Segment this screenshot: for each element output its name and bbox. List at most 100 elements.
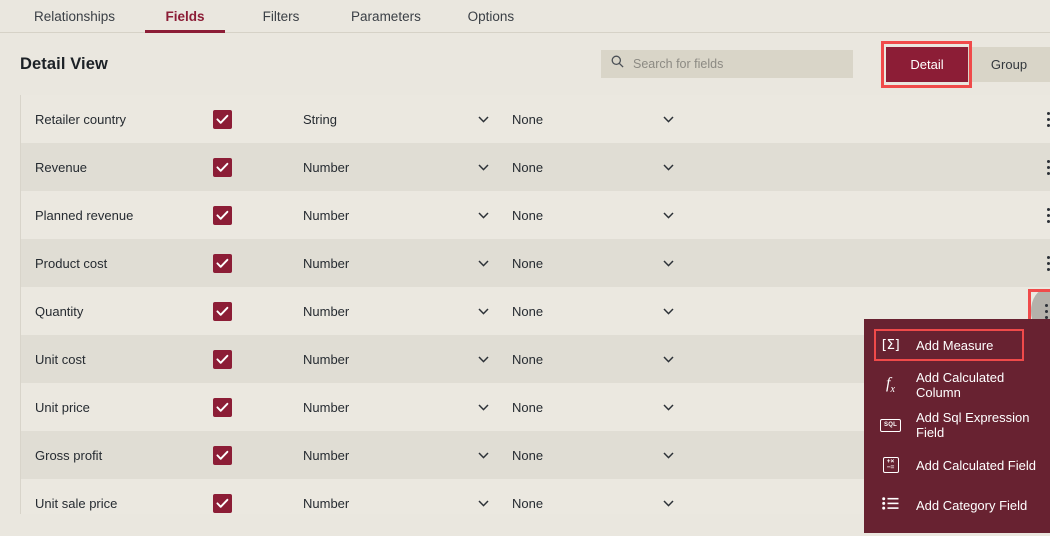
tab-parameters[interactable]: Parameters: [329, 0, 443, 32]
field-name-cell: Retailer country: [21, 112, 213, 127]
dot: [1047, 112, 1050, 115]
tab-options[interactable]: Options: [443, 0, 539, 32]
dot: [1047, 208, 1050, 211]
dot: [1047, 256, 1050, 259]
dot: [1047, 118, 1050, 121]
chevron-down-icon: [663, 158, 674, 176]
field-type-value: Number: [303, 256, 468, 271]
page-header: Detail View Search for fields Detail Gro…: [0, 33, 1050, 95]
field-name-cell: Quantity: [21, 304, 213, 319]
field-type-dropdown[interactable]: [468, 158, 498, 176]
sql-box-icon: SQL: [880, 419, 901, 432]
context-menu-item[interactable]: SQL Add Sql Expression Field: [864, 405, 1050, 445]
chevron-down-icon: [663, 206, 674, 224]
row-more-options-button[interactable]: [1035, 250, 1050, 276]
field-enabled-checkbox-cell[interactable]: [213, 254, 303, 273]
table-row[interactable]: Retailer countryStringNone: [21, 95, 1050, 143]
field-type-dropdown[interactable]: [468, 206, 498, 224]
tab-label: Parameters: [351, 9, 421, 24]
field-enabled-checkbox-cell[interactable]: [213, 446, 303, 465]
bullet-list-icon: [882, 497, 899, 513]
field-aggregation-dropdown[interactable]: [653, 398, 683, 416]
chevron-down-icon: [478, 398, 489, 416]
checkbox-checked-icon[interactable]: [213, 254, 232, 273]
field-aggregation-dropdown[interactable]: [653, 350, 683, 368]
menu-item-icon: [Σ]: [880, 337, 901, 353]
field-name-cell: Unit price: [21, 400, 213, 415]
menu-item-label: Add Sql Expression Field: [916, 410, 1050, 440]
tab-label: Relationships: [34, 9, 115, 24]
detail-view-button[interactable]: Detail: [886, 47, 968, 82]
chevron-down-icon: [478, 494, 489, 512]
menu-item-label: Add Calculated Field: [916, 458, 1036, 473]
checkbox-checked-icon[interactable]: [213, 110, 232, 129]
field-aggregation-dropdown[interactable]: [653, 302, 683, 320]
field-type-dropdown[interactable]: [468, 446, 498, 464]
context-menu-item[interactable]: fx Add Calculated Column: [864, 365, 1050, 405]
tab-filters[interactable]: Filters: [233, 0, 329, 32]
field-enabled-checkbox-cell[interactable]: [213, 158, 303, 177]
tab-label: Fields: [166, 9, 205, 24]
field-type-dropdown[interactable]: [468, 302, 498, 320]
page-title: Detail View: [20, 55, 108, 74]
checkbox-checked-icon[interactable]: [213, 206, 232, 225]
search-input[interactable]: Search for fields: [601, 50, 853, 78]
field-enabled-checkbox-cell[interactable]: [213, 398, 303, 417]
group-view-button[interactable]: Group: [968, 47, 1050, 82]
chevron-down-icon: [663, 446, 674, 464]
field-aggregation-value: None: [498, 448, 653, 463]
chevron-down-icon: [663, 494, 674, 512]
field-aggregation-dropdown[interactable]: [653, 254, 683, 272]
field-type-dropdown[interactable]: [468, 350, 498, 368]
context-menu-item[interactable]: +×−=Add Calculated Field: [864, 445, 1050, 485]
checkbox-checked-icon[interactable]: [213, 350, 232, 369]
field-type-dropdown[interactable]: [468, 254, 498, 272]
field-type-value: Number: [303, 448, 468, 463]
tab-fields[interactable]: Fields: [137, 0, 233, 32]
chevron-down-icon: [663, 302, 674, 320]
field-enabled-checkbox-cell[interactable]: [213, 110, 303, 129]
field-aggregation-value: None: [498, 256, 653, 271]
field-enabled-checkbox-cell[interactable]: [213, 350, 303, 369]
field-aggregation-dropdown[interactable]: [653, 110, 683, 128]
field-type-dropdown[interactable]: [468, 110, 498, 128]
checkbox-checked-icon[interactable]: [213, 302, 232, 321]
row-more-options-button[interactable]: [1035, 202, 1050, 228]
search-placeholder: Search for fields: [633, 57, 723, 71]
field-enabled-checkbox-cell[interactable]: [213, 206, 303, 225]
menu-item-label: Add Category Field: [916, 498, 1027, 513]
field-enabled-checkbox-cell[interactable]: [213, 494, 303, 513]
field-aggregation-value: None: [498, 160, 653, 175]
field-aggregation-dropdown[interactable]: [653, 494, 683, 512]
context-menu-item[interactable]: [Σ]Add Measure: [864, 325, 1050, 365]
menu-item-icon: fx: [880, 375, 901, 395]
field-type-dropdown[interactable]: [468, 494, 498, 512]
field-name-cell: Gross profit: [21, 448, 213, 463]
field-aggregation-value: None: [498, 352, 653, 367]
checkbox-checked-icon[interactable]: [213, 446, 232, 465]
checkbox-checked-icon[interactable]: [213, 398, 232, 417]
tab-relationships[interactable]: Relationships: [12, 0, 137, 32]
row-more-options-button[interactable]: [1035, 154, 1050, 180]
field-type-value: Number: [303, 352, 468, 367]
field-aggregation-dropdown[interactable]: [653, 158, 683, 176]
checkbox-checked-icon[interactable]: [213, 494, 232, 513]
chevron-down-icon: [478, 110, 489, 128]
tab-label: Filters: [263, 9, 300, 24]
row-more-options-button[interactable]: [1035, 106, 1050, 132]
context-menu-item[interactable]: Add Category Field: [864, 485, 1050, 525]
field-aggregation-dropdown[interactable]: [653, 206, 683, 224]
table-row[interactable]: Product costNumberNone: [21, 239, 1050, 287]
table-row[interactable]: RevenueNumberNone: [21, 143, 1050, 191]
field-aggregation-dropdown[interactable]: [653, 446, 683, 464]
chevron-down-icon: [478, 302, 489, 320]
field-aggregation-value: None: [498, 208, 653, 223]
checkbox-checked-icon[interactable]: [213, 158, 232, 177]
menu-item-label: Add Calculated Column: [916, 370, 1050, 400]
dot: [1047, 172, 1050, 175]
table-row[interactable]: Planned revenueNumberNone: [21, 191, 1050, 239]
field-type-dropdown[interactable]: [468, 398, 498, 416]
field-enabled-checkbox-cell[interactable]: [213, 302, 303, 321]
chevron-down-icon: [478, 446, 489, 464]
field-type-value: Number: [303, 400, 468, 415]
